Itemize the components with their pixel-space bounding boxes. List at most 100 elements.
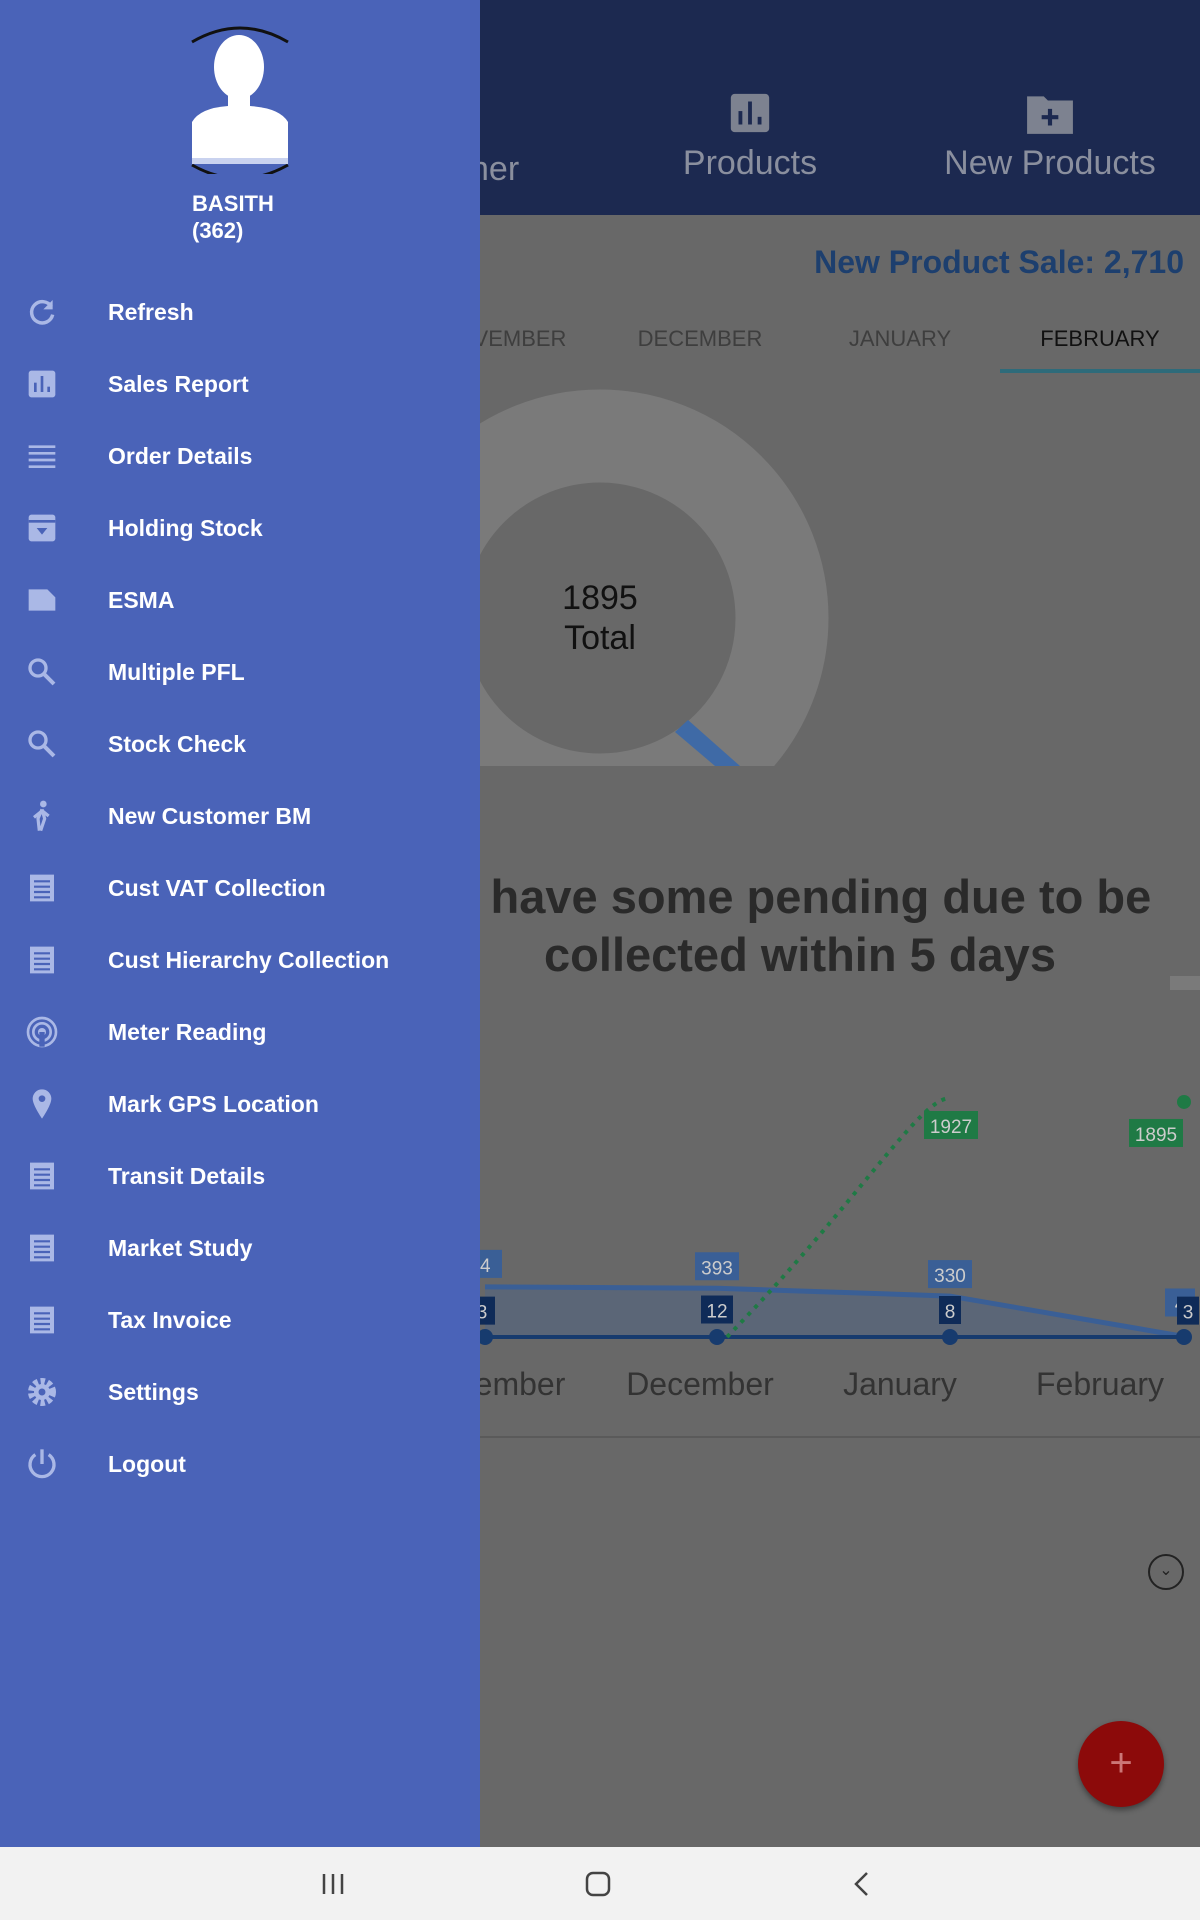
user-info: BASITH (362) [192, 190, 274, 244]
list-icon [25, 439, 59, 473]
month-tab-december[interactable]: DECEMBER [600, 326, 800, 352]
menu-item-transit-details[interactable]: Transit Details [0, 1145, 480, 1207]
avatar [191, 26, 289, 174]
search-icon [25, 655, 59, 689]
tab-new-products[interactable]: New Products [930, 90, 1170, 183]
data-point [942, 1329, 958, 1345]
receipt-icon [25, 1159, 59, 1193]
receipt-icon [25, 871, 59, 905]
menu-item-label: Tax Invoice [108, 1306, 232, 1333]
menu-item-label: Cust VAT Collection [108, 874, 326, 901]
walk-icon [25, 799, 59, 833]
menu-item-settings[interactable]: Settings [0, 1361, 480, 1423]
svg-text:393: 393 [701, 1258, 733, 1279]
pending-notice: u have some pending due to be collected … [448, 870, 1152, 981]
menu-item-mark-gps-location[interactable]: Mark GPS Location [0, 1073, 480, 1135]
menu-item-label: Multiple PFL [108, 658, 245, 685]
add-fab-button[interactable]: + [1078, 1721, 1164, 1807]
tab-label: New Products [944, 144, 1156, 182]
data-label: 3 [480, 1296, 495, 1325]
menu-item-label: Holding Stock [108, 514, 263, 541]
data-label: 8 [939, 1296, 961, 1325]
chevron-down-icon[interactable]: ⌄ [1148, 1554, 1184, 1590]
menu-item-sales-report[interactable]: Sales Report [0, 353, 480, 415]
menu-item-label: Settings [108, 1378, 199, 1405]
bar-chart-icon [25, 367, 59, 401]
menu-item-label: Mark GPS Location [108, 1090, 319, 1117]
menu-item-logout[interactable]: Logout [0, 1433, 480, 1495]
receipt-icon [25, 1231, 59, 1265]
menu-item-label: Sales Report [108, 370, 249, 397]
svg-text:330: 330 [934, 1266, 966, 1287]
svg-text:3: 3 [480, 1303, 487, 1324]
svg-text:1895: 1895 [1135, 1125, 1177, 1146]
menu-item-meter-reading[interactable]: Meter Reading [0, 1001, 480, 1063]
refresh-icon [25, 295, 59, 329]
data-label: 12 [701, 1295, 733, 1324]
line-chart: 0439333043128319271895 [480, 1094, 1199, 1345]
data-label: 04 [480, 1249, 502, 1278]
user-name: BASITH [192, 191, 274, 216]
menu-item-label: Cust Hierarchy Collection [108, 946, 390, 973]
menu-item-holding-stock[interactable]: Holding Stock [0, 497, 480, 559]
menu-item-multiple-pfl[interactable]: Multiple PFL [0, 641, 480, 703]
signal-icon [25, 1015, 59, 1049]
search-icon [25, 727, 59, 761]
data-label: 393 [695, 1252, 739, 1281]
power-icon [25, 1447, 59, 1481]
bar-chart-icon [730, 93, 770, 133]
menu-item-tax-invoice[interactable]: Tax Invoice [0, 1289, 480, 1351]
menu-item-cust-hierarchy-collection[interactable]: Cust Hierarchy Collection [0, 929, 480, 991]
tab-products[interactable]: Products [650, 90, 850, 183]
label-icon [25, 583, 59, 617]
svg-text:8: 8 [945, 1302, 956, 1323]
scroll-indicator [1170, 976, 1200, 990]
back-icon[interactable] [850, 1870, 874, 1898]
donut-value: 1895 [562, 579, 638, 617]
location-icon [25, 1087, 59, 1121]
menu-item-label: Logout [108, 1450, 186, 1477]
menu-item-label: Refresh [108, 298, 194, 325]
gear-icon [25, 1375, 59, 1409]
svg-text:3: 3 [1183, 1303, 1194, 1324]
data-label: 330 [928, 1260, 972, 1289]
home-icon[interactable] [584, 1870, 612, 1898]
menu-item-label: ESMA [108, 586, 175, 613]
data-point [1177, 1094, 1191, 1109]
menu-item-market-study[interactable]: Market Study [0, 1217, 480, 1279]
menu-item-refresh[interactable]: Refresh [0, 281, 480, 343]
new-product-sale: New Product Sale: 2,710 [814, 244, 1184, 280]
menu-item-label: Stock Check [108, 730, 247, 757]
svg-text:12: 12 [706, 1302, 727, 1323]
menu-item-label: Order Details [108, 442, 253, 469]
svg-text:1927: 1927 [930, 1117, 972, 1138]
system-nav-bar [0, 1847, 1200, 1920]
donut-center: 1895 Total [500, 578, 700, 658]
receipt-icon [25, 1303, 59, 1337]
divider [480, 1436, 1200, 1438]
x-tick-label: January [843, 1366, 957, 1402]
data-label: 1895 [1129, 1118, 1183, 1147]
menu-item-new-customer-bm[interactable]: New Customer BM [0, 785, 480, 847]
menu-item-esma[interactable]: ESMA [0, 569, 480, 631]
selected-tab-indicator [1000, 369, 1200, 373]
x-tick-label: February [1035, 1366, 1165, 1402]
data-label: 3 [1177, 1296, 1199, 1325]
folder-plus-icon [1027, 96, 1073, 134]
menu-item-label: New Customer BM [108, 802, 312, 829]
archive-icon [25, 511, 59, 545]
data-point [709, 1329, 725, 1345]
user-code: (362) [192, 218, 244, 243]
menu-item-cust-vat-collection[interactable]: Cust VAT Collection [0, 857, 480, 919]
month-tab-february[interactable]: FEBRUARY [1000, 326, 1200, 352]
navigation-drawer: BASITH (362) Refresh Sales Report Order Det… [0, 0, 480, 1847]
month-tab-january[interactable]: JANUARY [800, 326, 1000, 352]
menu-item-order-details[interactable]: Order Details [0, 425, 480, 487]
menu-item-label: Market Study [108, 1234, 253, 1261]
tab-label: Products [682, 144, 818, 182]
menu-item-label: Meter Reading [108, 1018, 267, 1045]
svg-text:04: 04 [480, 1256, 491, 1277]
recent-apps-icon[interactable] [320, 1871, 346, 1897]
data-point [1176, 1329, 1192, 1345]
menu-item-stock-check[interactable]: Stock Check [0, 713, 480, 775]
